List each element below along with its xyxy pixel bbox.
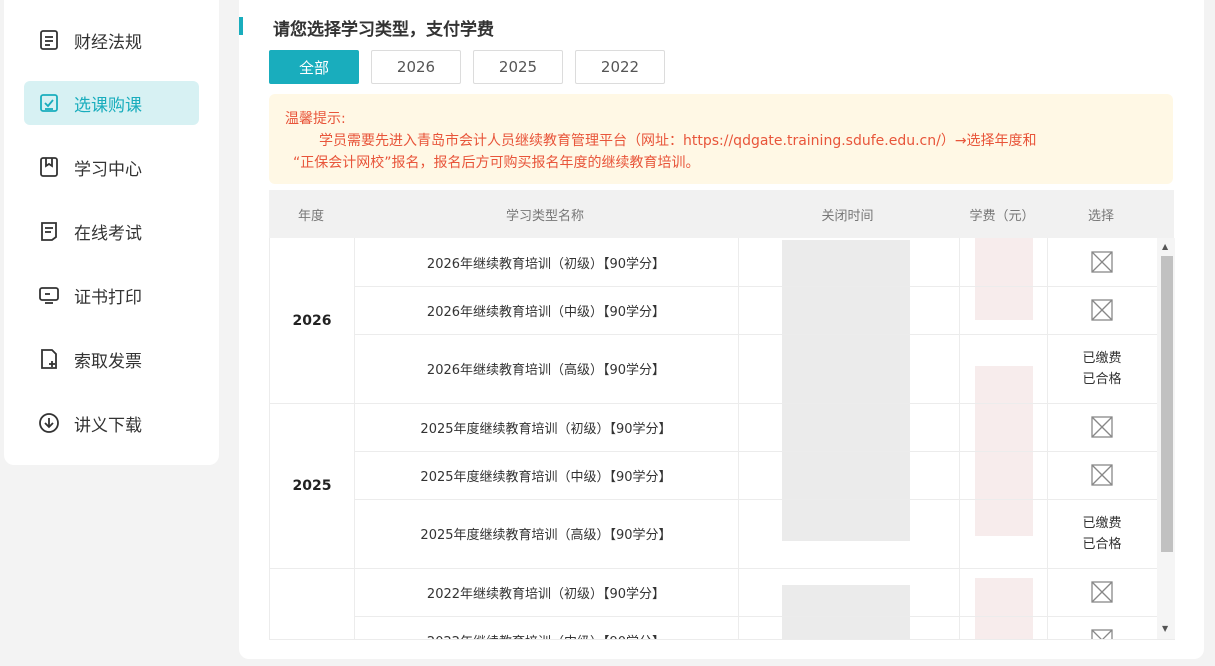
status-paid: 已缴费 [1082,515,1122,531]
sidebar-item-study-center[interactable]: 学习中心 [24,145,199,189]
scroll-up-icon[interactable]: ▲ [1162,243,1168,251]
select-cell [1047,616,1157,640]
invoice-icon [36,346,62,372]
divider [959,238,960,639]
sidebar-item-label: 讲义下载 [74,415,142,436]
header-year: 年度 [297,208,324,224]
select-cell: 已缴费 已合格 [1047,499,1157,568]
table-header: 年度 学习类型名称 关闭时间 学费（元） 选择 [269,190,1174,238]
sidebar-item-certificate-print[interactable]: 证书打印 [24,273,199,317]
tab-2025[interactable]: 2025 [473,50,563,84]
select-cell [1047,451,1157,499]
sidebar-item-regulations[interactable]: 财经法规 [24,18,199,62]
disabled-checkbox-icon[interactable] [1091,251,1113,273]
sidebar-item-online-exam[interactable]: 在线考试 [24,209,199,253]
page-title: 请您选择学习类型，支付学费 [273,20,494,40]
sidebar-item-label: 证书打印 [74,287,142,308]
sidebar-item-download[interactable]: 讲义下载 [24,401,199,445]
disabled-checkbox-icon[interactable] [1091,464,1113,486]
disabled-checkbox-icon[interactable] [1091,581,1113,603]
notice-line: “正保会计网校”报名，报名后方可购买报名年度的继续教育培训。 [293,155,700,171]
sidebar-item-label: 索取发票 [74,351,142,372]
course-name: 2026年继续教育培训（初级）【90学分】 [426,256,666,272]
document-icon [36,27,62,53]
sidebar: 财经法规 选课购课 学习中心 在线考试 证书打印 索取发票 讲义下载 [4,0,219,465]
exam-icon [36,218,62,244]
tab-all[interactable]: 全部 [269,50,359,84]
scrollbar[interactable]: ▲ ▼ [1157,238,1175,639]
disabled-checkbox-icon[interactable] [1091,629,1113,640]
bookmark-icon [36,154,62,180]
year-cell: 2025 [292,477,332,494]
disabled-checkbox-icon[interactable] [1091,299,1113,321]
sidebar-item-label: 在线考试 [74,223,142,244]
header-fee: 学费（元） [969,208,1035,224]
download-icon [36,410,62,436]
monitor-icon [36,282,62,308]
status-passed: 已合格 [1082,536,1122,552]
header-name: 学习类型名称 [505,208,584,224]
tab-2026[interactable]: 2026 [371,50,461,84]
course-name: 2022年继续教育培训（初级）【90学分】 [426,586,666,602]
redacted-fee [975,578,1033,639]
sidebar-item-course-purchase[interactable]: 选课购课 [24,81,199,125]
course-name: 2026年继续教育培训（中级）【90学分】 [426,304,666,320]
course-name: 2026年继续教育培训（高级）【90学分】 [426,363,666,378]
divider [738,238,739,639]
sidebar-item-label: 选课购课 [74,95,142,116]
tab-2022[interactable]: 2022 [575,50,665,84]
course-name: 2025年度继续教育培训（初级）【90学分】 [420,421,672,437]
select-cell [1047,238,1157,286]
notice-heading: 温馨提示: [285,111,346,127]
scrollbar-thumb[interactable] [1161,256,1173,552]
course-name: 2025年度继续教育培训（中级）【90学分】 [420,469,672,485]
table-body[interactable]: 2026 2026年继续教育培训（初级）【90学分】 2026年继续教育培训（中… [269,238,1175,640]
header-close-time: 关闭时间 [821,208,874,224]
sidebar-item-label: 学习中心 [74,159,142,180]
course-name: 2022年继续教育培训（中级）【90学分】 [354,616,738,640]
title-accent [239,17,243,35]
scroll-down-icon[interactable]: ▼ [1162,625,1168,633]
notice-line: 学员需要先进入青岛市会计人员继续教育管理平台（网址：https://qdgate… [319,133,1037,149]
select-cell [1047,403,1157,451]
main-panel: 请您选择学习类型，支付学费 全部 2026 2025 2022 温馨提示: 学员… [239,0,1204,659]
redacted-fee [975,238,1033,320]
status-passed: 已合格 [1082,371,1122,387]
header-select: 选择 [1087,208,1114,224]
select-cell [1047,286,1157,334]
status-paid: 已缴费 [1082,350,1122,366]
sidebar-item-invoice[interactable]: 索取发票 [24,337,199,381]
year-cell: 2026 [292,312,332,329]
course-name: 2025年度继续教育培训（高级）【90学分】 [420,528,672,543]
year-tabs: 全部 2026 2025 2022 [269,50,677,84]
notice-box: 温馨提示: 学员需要先进入青岛市会计人员继续教育管理平台（网址：https://… [269,94,1173,184]
sidebar-item-label: 财经法规 [74,32,142,53]
select-cell: 已缴费 已合格 [1047,334,1157,403]
checkbox-icon [36,90,62,116]
select-cell [1047,568,1157,616]
disabled-checkbox-icon[interactable] [1091,416,1113,438]
redacted-close-time [782,585,910,639]
